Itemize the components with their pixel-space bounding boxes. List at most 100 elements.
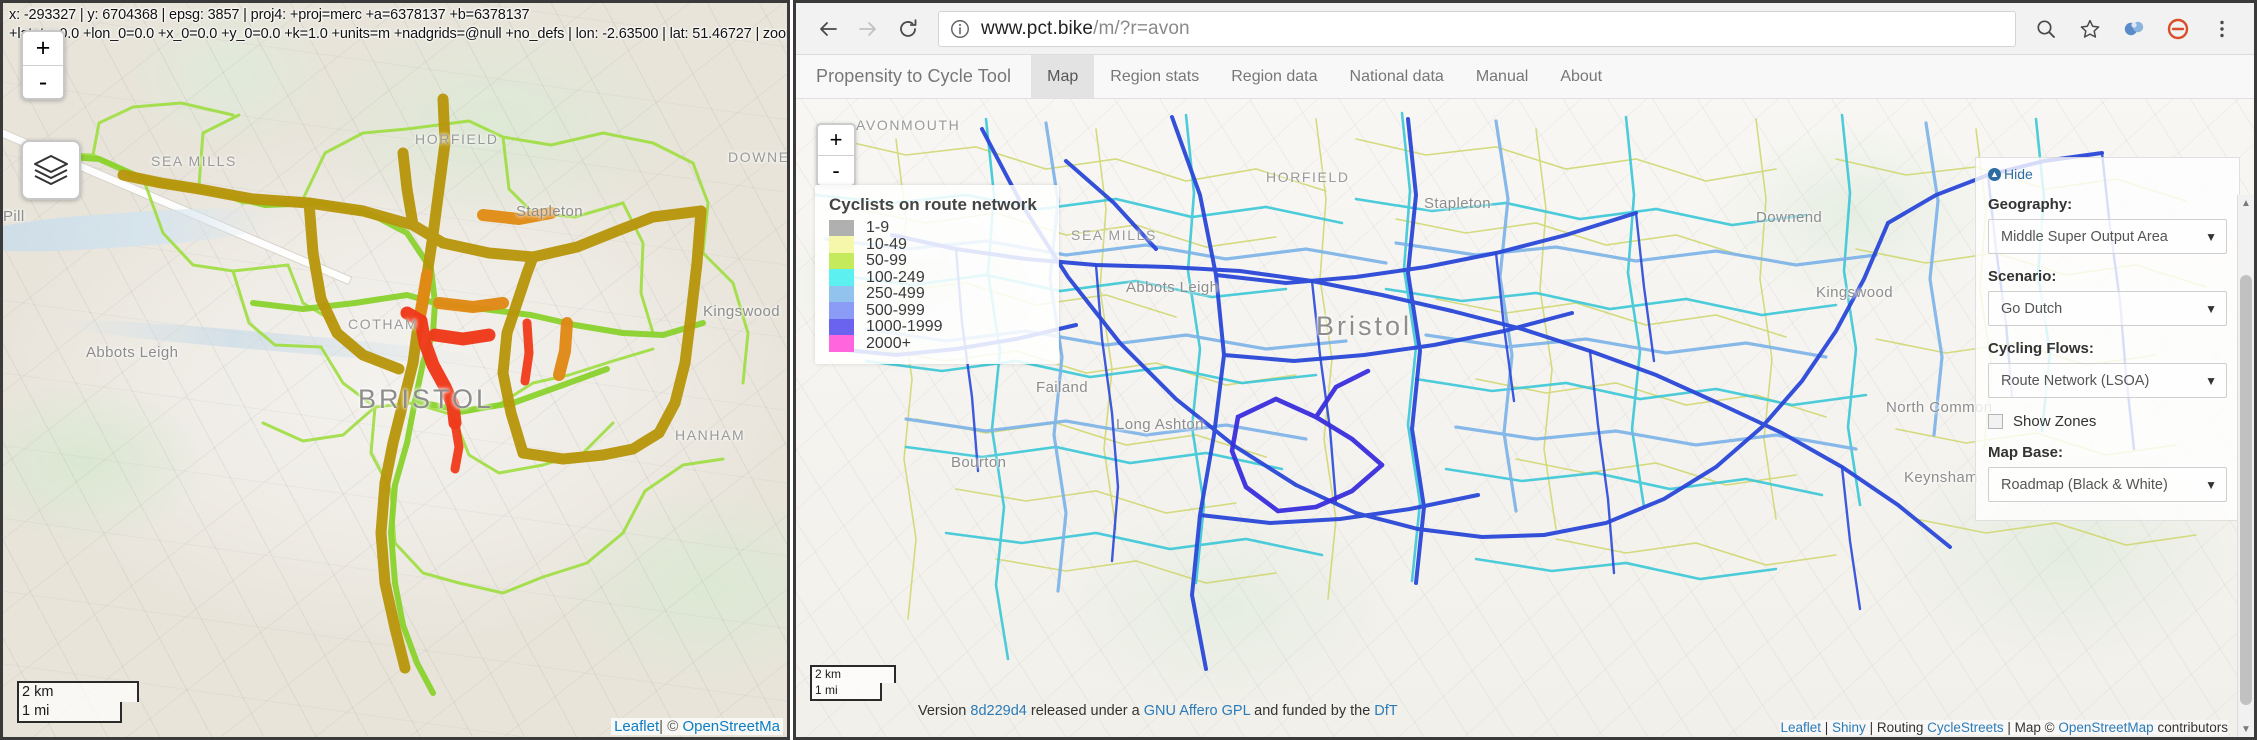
projection-status-bar: x: -293327 | y: 6704368 | epsg: 3857 | p… [3,3,787,48]
attribution-leaflet-link[interactable]: Leaflet [1780,720,1821,735]
url-path: /m/?r=avon [1093,17,1190,39]
right-scale-control: 2 km 1 mi [810,665,896,701]
scroll-up-arrow-icon[interactable]: ▲ [2238,195,2254,211]
show-zones-label: Show Zones [2013,413,2097,430]
back-button[interactable] [808,9,848,49]
scale-mi: 1 mi [17,702,122,723]
attribution-osm-link[interactable]: OpenStreetMa [682,718,780,735]
tab-about[interactable]: About [1544,55,1618,98]
funder-link[interactable]: DfT [1374,703,1397,719]
pct-navbar: Propensity to Cycle Tool Map Region stat… [796,55,2254,99]
tab-region-data[interactable]: Region data [1215,55,1333,98]
bookmark-button[interactable] [2070,9,2110,49]
screenshot-root: SEA MILLS HORFIELD DOWNEN Stapleton Pill… [0,0,2257,740]
chrome-menu-button[interactable] [2202,9,2242,49]
legend-label: 500-999 [866,301,925,319]
left-zoom-control[interactable]: + - [21,30,65,100]
scenario-label: Scenario: [1988,268,2057,285]
attrib-sep: | [1821,720,1833,735]
show-zones-checkbox[interactable] [1988,414,2003,429]
map-base-select[interactable]: Roadmap (Black & White) ▼ [1988,467,2227,502]
legend-item: 100-249 [829,269,1037,287]
forward-arrow-icon [859,21,876,36]
scroll-down-arrow-icon[interactable]: ▼ [2238,721,2254,737]
geography-label: Geography: [1988,196,2073,213]
scenario-select[interactable]: Go Dutch ▼ [1988,291,2227,326]
status-line-2: +lat_ts=0.0 +lon_0=0.0 +x_0=0.0 +y_0=0.0… [9,26,787,42]
show-zones-checkbox-row[interactable]: Show Zones [1988,413,2227,430]
scale-km: 2 km [17,681,139,702]
attribution-leaflet-link[interactable]: Leaflet [614,718,659,735]
legend-title: Cyclists on route network [829,195,1037,214]
legend-label: 50-99 [866,252,907,270]
tab-map[interactable]: Map [1031,55,1095,98]
scale-km: 2 km [810,665,896,683]
pct-brand[interactable]: Propensity to Cycle Tool [796,55,1031,98]
legend-label: 10-49 [866,235,907,253]
search-zoom-icon [2037,19,2055,38]
cycling-flows-value: Route Network (LSOA) [2001,372,2150,389]
shield-block-icon [2167,18,2189,39]
attrib-sep: | [1865,720,1877,735]
tab-manual[interactable]: Manual [1460,55,1544,98]
three-dot-menu-icon [2220,20,2224,37]
tab-national-data[interactable]: National data [1334,55,1460,98]
left-map-attribution[interactable]: Leaflet| © OpenStreetMa [611,718,783,735]
map-copyright-prefix: Map © [2014,720,2059,735]
scrollbar-thumb[interactable] [2240,275,2252,705]
pct-map-canvas[interactable]: AVONMOUTH HORFIELD SEA MILLS Stapleton D… [796,99,2254,737]
legend-item: 250-499 [829,285,1037,303]
tab-region-stats[interactable]: Region stats [1094,55,1215,98]
legend-item: 10-49 [829,235,1037,254]
version-hash-link[interactable]: 8d229d4 [970,703,1026,719]
legend-item: 1-9 [829,219,1037,237]
url-text: www.pct.bike/m/?r=avon [981,18,1190,40]
address-bar[interactable]: www.pct.bike/m/?r=avon [938,10,2016,47]
attribution-cyclestreets-link[interactable]: CycleStreets [1927,720,2004,735]
left-route-network [31,93,750,696]
map-base-label: Map Base: [1988,444,2064,461]
layers-control-button[interactable] [21,140,81,200]
legend-item: 1000-1999 [829,318,1037,336]
map-controls-panel: ▲ Hide Geography: Middle Super Output Ar… [1975,157,2240,521]
legend-swatch [829,318,854,336]
reload-button[interactable] [888,9,928,49]
extension-icon [2124,21,2144,35]
browser-window: www.pct.bike/m/?r=avon Propensity to Cyc… [793,0,2257,740]
routing-prefix: Routing [1876,720,1928,735]
license-link[interactable]: GNU Affero GPL [1144,703,1250,719]
legend-rows: 1-9 10-49 50-99 100-249 250-499 500-999 … [829,219,1037,353]
legend-swatch [829,252,854,270]
legend-swatch [829,302,854,320]
contributors-suffix: contributors [2153,720,2228,735]
zoom-out-button[interactable]: - [23,65,63,98]
zoom-out-button[interactable]: - [818,155,854,185]
hide-panel-link[interactable]: ▲ Hide [1988,166,2227,182]
page-zoom-button[interactable] [2026,9,2066,49]
legend-swatch [829,269,854,287]
reload-icon [900,18,917,37]
scenario-value: Go Dutch [2001,300,2063,317]
extension-button[interactable] [2114,9,2154,49]
map-legend: Cyclists on route network 1-9 10-49 50-9… [815,185,1059,364]
block-button[interactable] [2158,9,2198,49]
attribution-separator: | © [659,718,683,735]
geography-select[interactable]: Middle Super Output Area ▼ [1988,219,2227,254]
chevron-down-icon: ▼ [2205,373,2217,388]
zoom-in-button[interactable]: + [818,125,854,155]
page-info-icon[interactable] [949,18,971,40]
page-scrollbar[interactable]: ▲ ▼ [2237,195,2254,737]
legend-label: 1000-1999 [866,318,943,336]
version-suffix: and funded by the [1250,703,1375,719]
back-arrow-icon [820,21,837,36]
legend-swatch [829,335,854,353]
attribution-osm-link[interactable]: OpenStreetMap [2058,720,2153,735]
right-zoom-control[interactable]: + - [816,123,856,187]
cycling-flows-select[interactable]: Route Network (LSOA) ▼ [1988,363,2227,398]
left-map-canvas[interactable]: SEA MILLS HORFIELD DOWNEN Stapleton Pill… [3,3,787,737]
attribution-shiny-link[interactable]: Shiny [1832,720,1866,735]
legend-item: 500-999 [829,301,1037,320]
forward-button[interactable] [848,9,888,49]
zoom-in-button[interactable]: + [23,32,63,65]
attrib-sep: | [2003,720,2015,735]
